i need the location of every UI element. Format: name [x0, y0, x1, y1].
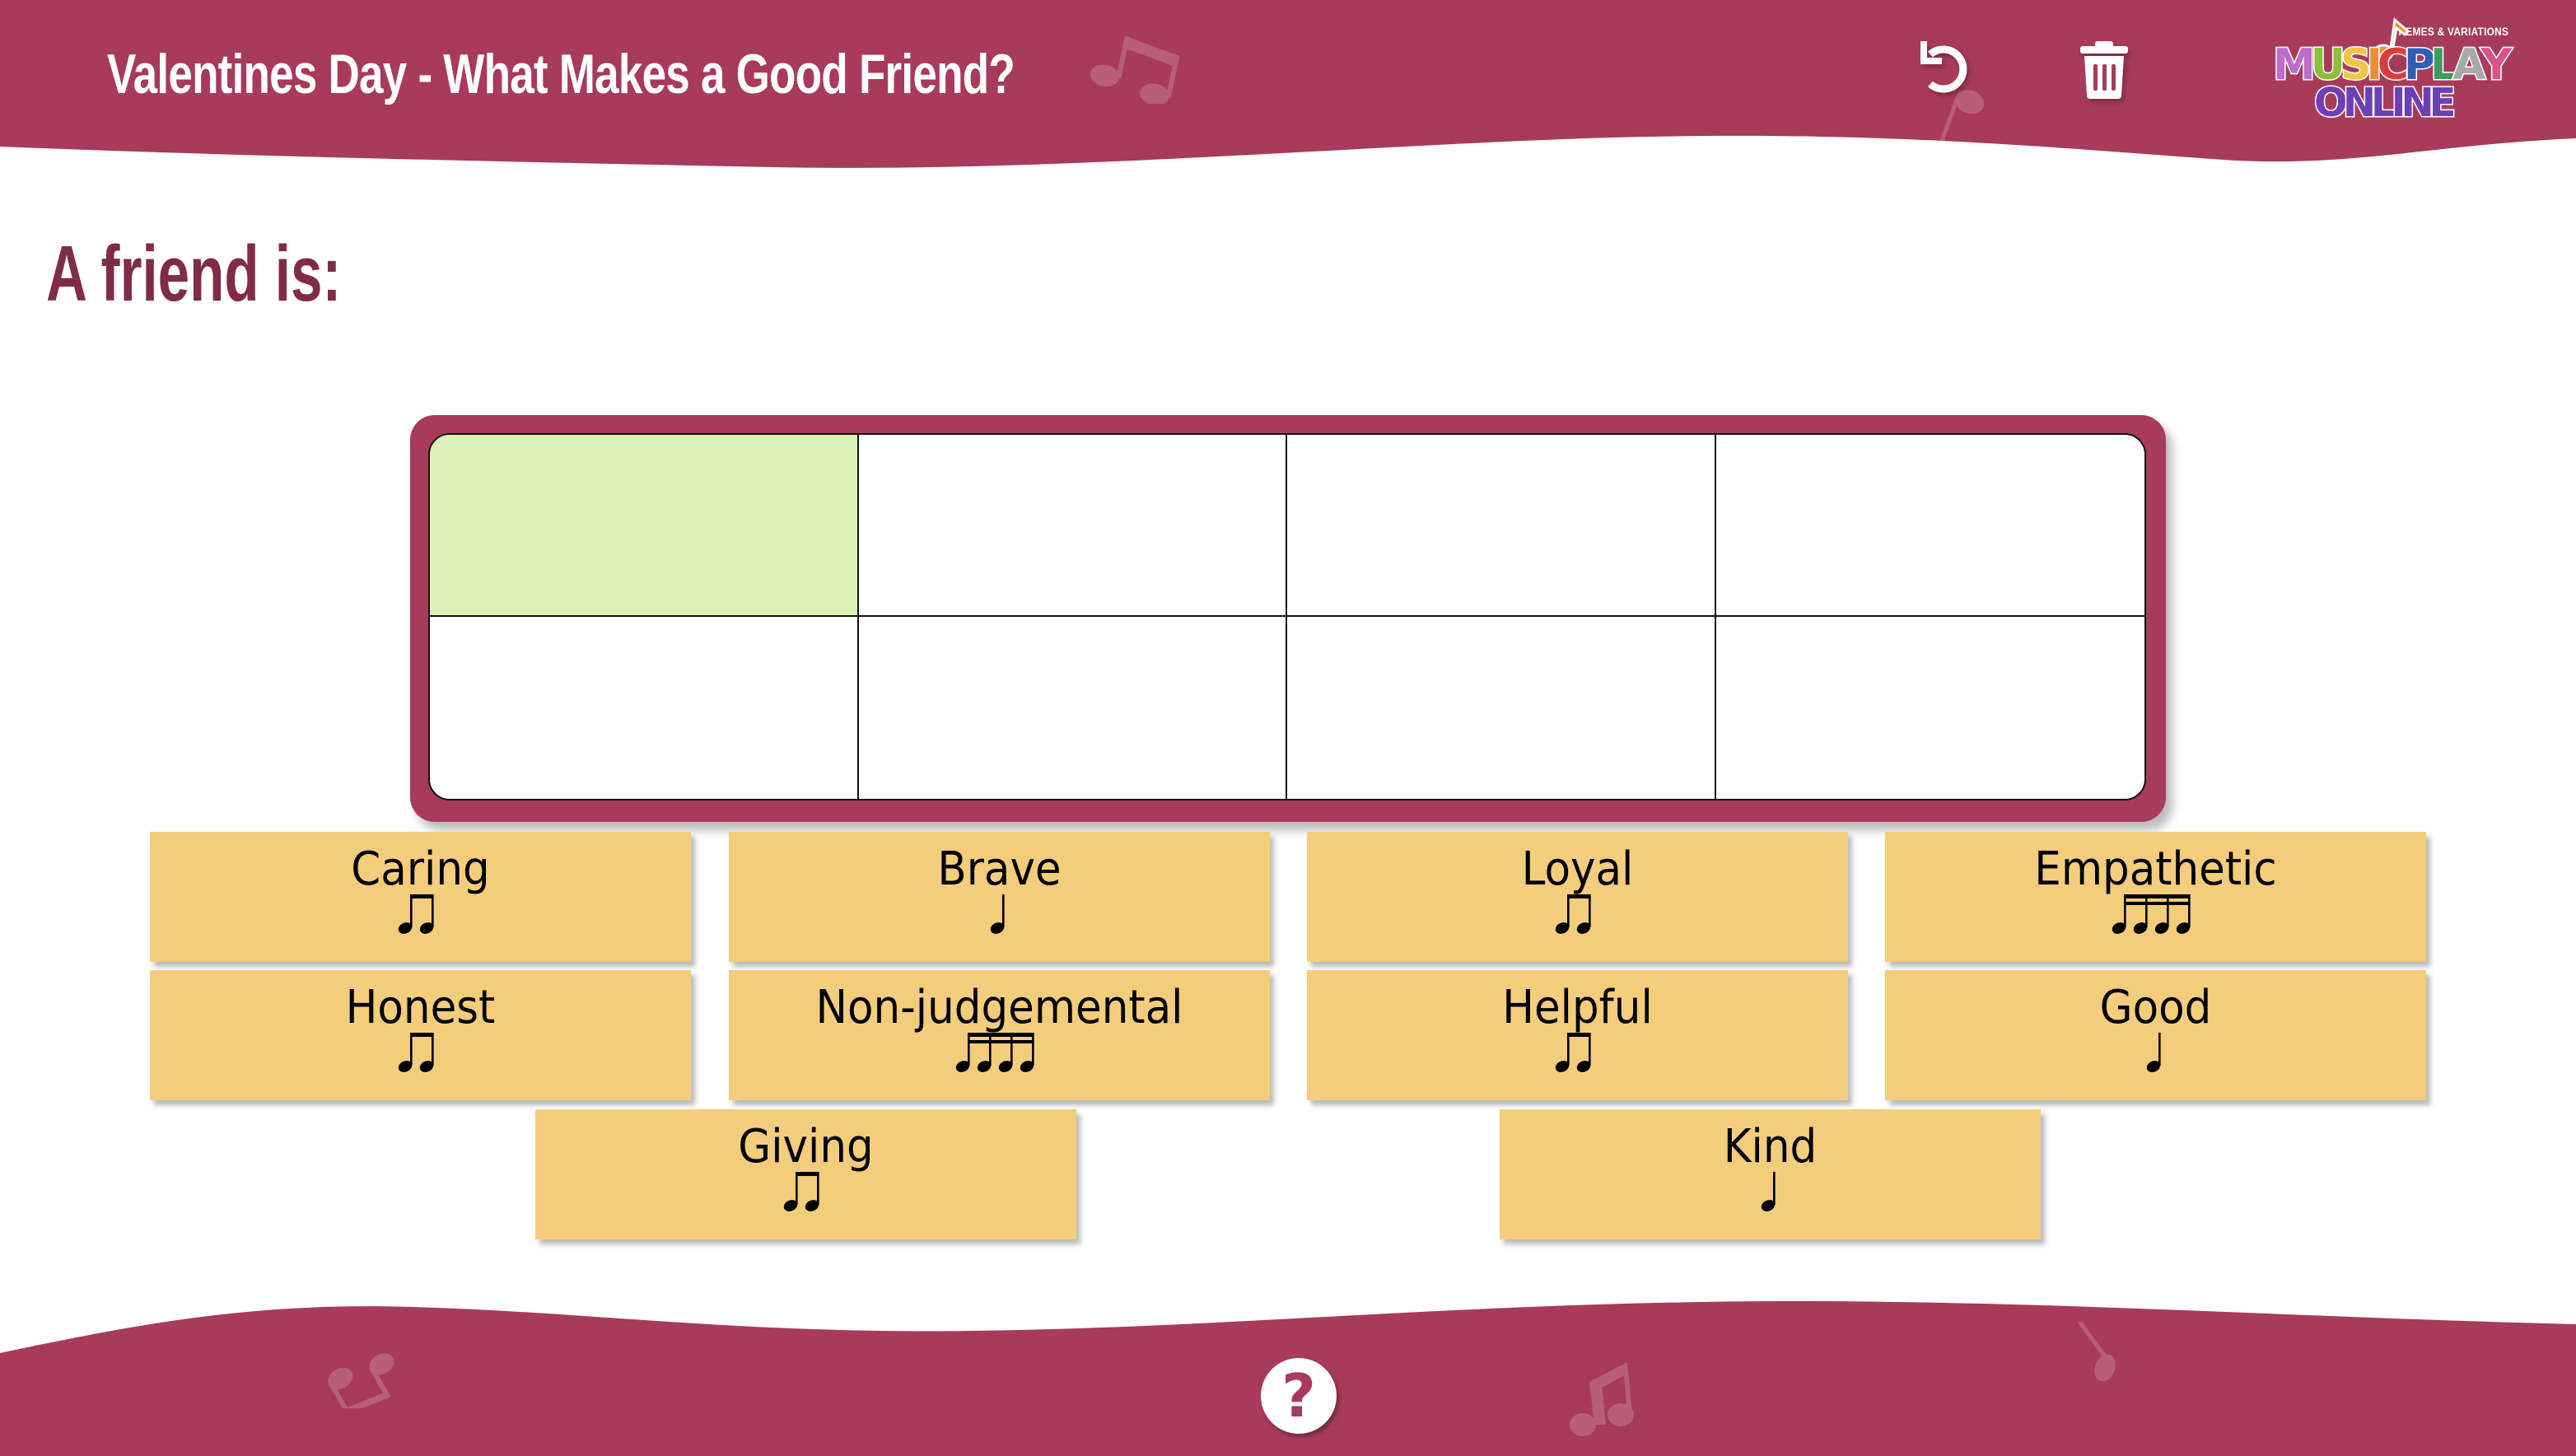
two-eighths-rhythm-icon	[398, 1033, 434, 1072]
logo-letter: M	[2272, 40, 2317, 90]
quarter-rhythm-icon	[1761, 1172, 1776, 1211]
board-cell[interactable]	[1716, 617, 2145, 799]
trash-icon	[2080, 41, 2128, 99]
four-sixteenths-rhythm-icon	[955, 1033, 1034, 1072]
word-card-loyal[interactable]: Loyal	[1307, 832, 1848, 962]
music-note-decoration	[1570, 1362, 1634, 1436]
help-button[interactable]: ?	[1261, 1358, 1337, 1434]
board-grid	[428, 433, 2146, 800]
word-card-label: Kind	[1723, 1120, 1818, 1174]
two-eighths-rhythm-icon	[1555, 1033, 1591, 1072]
help-icon: ?	[1281, 1361, 1316, 1430]
logo-wordmark-online: ONLINE	[2313, 82, 2457, 125]
board-cell[interactable]	[1287, 435, 1716, 617]
logo-letter: E	[2428, 80, 2457, 126]
delete-button[interactable]	[2074, 38, 2136, 100]
four-sixteenths-rhythm-icon	[2112, 894, 2191, 934]
word-card-caring[interactable]: Caring	[150, 832, 691, 962]
word-card-giving[interactable]: Giving	[535, 1109, 1076, 1239]
board-cell[interactable]	[1715, 435, 2144, 617]
word-card-label: Empathetic	[2034, 842, 2277, 896]
word-card-label: Giving	[738, 1120, 874, 1174]
word-card-helpful[interactable]: Helpful	[1307, 970, 1848, 1100]
word-card-empathetic[interactable]: Empathetic	[1885, 832, 2426, 962]
word-card-label: Brave	[937, 842, 1062, 896]
word-card-label: Honest	[345, 981, 496, 1034]
word-card-honest[interactable]: Honest	[150, 970, 691, 1100]
music-note-decoration	[2077, 1322, 2116, 1382]
word-card-brave[interactable]: Brave	[729, 832, 1270, 962]
word-card-label: Good	[2099, 981, 2212, 1034]
board-cell[interactable]	[430, 617, 859, 799]
board-cell-active[interactable]	[430, 435, 859, 617]
word-card-kind[interactable]: Kind	[1500, 1109, 2041, 1239]
two-eighths-rhythm-icon	[1555, 894, 1591, 934]
quarter-rhythm-icon	[2146, 1033, 2161, 1072]
board-cell[interactable]	[859, 617, 1287, 799]
two-eighths-rhythm-icon	[398, 894, 434, 934]
undo-button[interactable]	[1912, 38, 1978, 100]
word-card-label: Helpful	[1502, 981, 1653, 1034]
page-title: Valentines Day - What Makes a Good Frien…	[107, 43, 1015, 105]
music-note-decoration	[1090, 35, 1180, 104]
music-note-decoration	[328, 1353, 394, 1408]
word-card-good[interactable]: Good	[1885, 970, 2426, 1100]
board-cell[interactable]	[858, 435, 1287, 617]
undo-icon	[1920, 41, 1967, 93]
two-eighths-rhythm-icon	[783, 1172, 819, 1211]
musicplay-online-logo: THEMES & VARIATIONS MUSICPLAY ONLINE	[2266, 15, 2513, 130]
logo-letter: Y	[2480, 40, 2513, 90]
word-card-label: Caring	[351, 842, 490, 896]
prompt-heading: A friend is:	[46, 230, 342, 318]
word-card-non-judgemental[interactable]: Non-judgemental	[729, 970, 1270, 1100]
word-card-label: Loyal	[1521, 842, 1634, 896]
board-cell[interactable]	[1287, 617, 1716, 799]
word-card-label: Non-judgemental	[815, 981, 1183, 1034]
quarter-rhythm-icon	[990, 894, 1005, 934]
rhythm-board	[410, 415, 2166, 822]
